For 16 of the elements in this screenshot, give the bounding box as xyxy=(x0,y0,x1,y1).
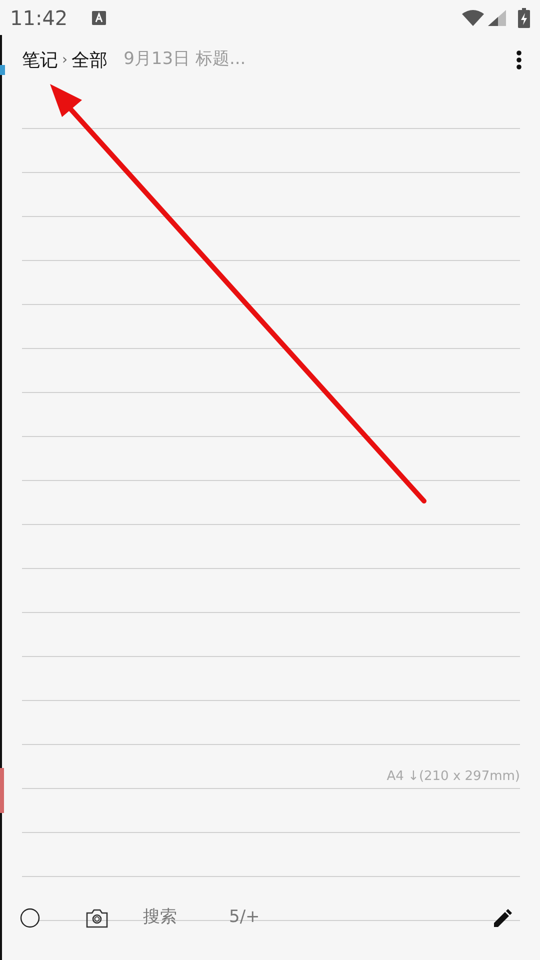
page-counter[interactable]: 5/+ xyxy=(229,905,260,931)
signal-icon xyxy=(488,10,506,26)
keyboard-icon xyxy=(92,10,106,24)
wifi-icon xyxy=(462,10,484,26)
status-time: 11:42 xyxy=(10,4,68,32)
pencil-icon[interactable] xyxy=(494,909,512,927)
note-subtitle: 9月13日 标题... xyxy=(124,48,246,72)
search-button[interactable]: 搜索 xyxy=(143,905,177,931)
breadcrumb-separator: › xyxy=(62,50,68,70)
breadcrumb-item[interactable]: 全部 xyxy=(72,46,108,74)
page-size-label: A4 ↓(210 x 297mm) xyxy=(386,768,520,786)
camera-icon[interactable] xyxy=(86,908,108,928)
battery-icon xyxy=(518,8,530,28)
breadcrumb-item[interactable]: 笔记 xyxy=(22,46,58,74)
circle-icon[interactable] xyxy=(20,908,40,928)
more-menu-icon[interactable] xyxy=(516,50,522,70)
